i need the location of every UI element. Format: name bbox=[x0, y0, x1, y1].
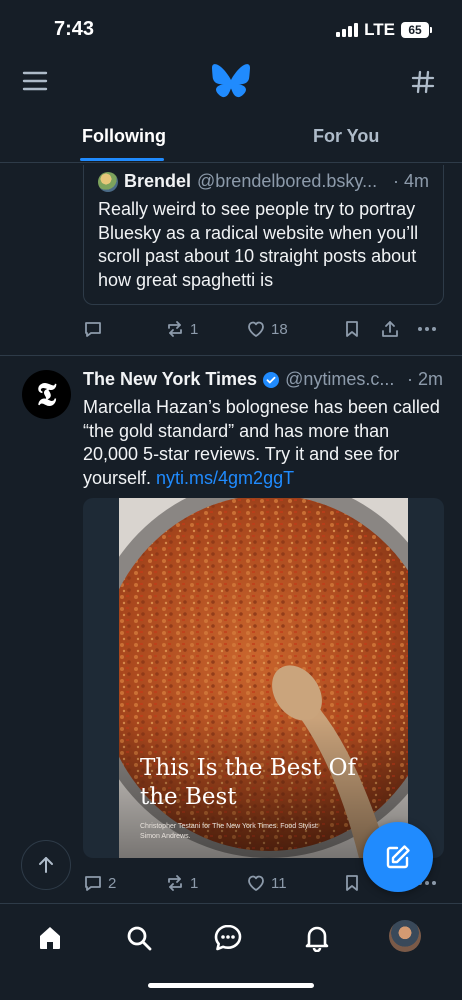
reply-icon bbox=[85, 322, 101, 337]
post-link[interactable]: nyti.ms/4gm2ggT bbox=[156, 468, 294, 488]
reply-icon bbox=[85, 876, 101, 891]
home-indicator bbox=[148, 983, 314, 988]
like-count: 11 bbox=[271, 874, 287, 892]
image-credit: Christopher Testani for The New York Tim… bbox=[140, 823, 319, 840]
share-icon bbox=[382, 321, 398, 337]
quoted-post-header: Brendel @brendelbored.bsky... bbox=[98, 171, 377, 192]
quoted-author-avatar[interactable] bbox=[98, 171, 118, 192]
repost-count: 1 bbox=[190, 320, 199, 338]
like-button[interactable]: 18 bbox=[246, 319, 288, 339]
image-headline: This Is the Best Of the Best bbox=[140, 755, 357, 810]
active-tab-indicator bbox=[80, 158, 164, 161]
more-options-button[interactable] bbox=[417, 319, 437, 339]
hamburger-menu-icon[interactable] bbox=[22, 70, 48, 97]
heart-icon bbox=[248, 875, 264, 891]
post-author-handle[interactable]: @nytimes.c... bbox=[285, 369, 394, 390]
status-indicators: LTE 65 bbox=[336, 20, 432, 40]
nyt-avatar[interactable]: 𝕿 bbox=[22, 370, 71, 419]
like-button[interactable]: 11 bbox=[246, 873, 287, 893]
heart-icon bbox=[248, 321, 264, 337]
battery-level: 65 bbox=[401, 22, 429, 38]
bookmark-button[interactable] bbox=[343, 319, 361, 339]
post-header: The New York Times @nytimes.c... bbox=[83, 369, 394, 390]
header-divider bbox=[0, 162, 462, 163]
reply-count: 2 bbox=[108, 874, 117, 892]
post-action-bar: 1 18 bbox=[83, 317, 445, 341]
repost-icon bbox=[168, 875, 182, 891]
quoted-post-time: · 4m bbox=[393, 171, 429, 191]
search-icon[interactable] bbox=[121, 920, 157, 956]
arrow-up-icon bbox=[39, 857, 53, 873]
profile-avatar[interactable] bbox=[389, 920, 421, 952]
bluesky-butterfly-icon[interactable] bbox=[212, 64, 250, 103]
tab-for-you[interactable]: For You bbox=[313, 126, 379, 147]
repost-icon bbox=[168, 321, 182, 337]
home-icon[interactable] bbox=[32, 920, 68, 956]
post-image-embed[interactable]: This Is the Best Of the Best Christopher… bbox=[83, 498, 444, 858]
like-count: 18 bbox=[271, 320, 288, 338]
quoted-post-text: Really weird to see people try to portra… bbox=[98, 199, 419, 290]
cell-signal-icon bbox=[336, 23, 359, 37]
repost-count: 1 bbox=[190, 874, 199, 892]
battery-icon: 65 bbox=[401, 22, 432, 38]
reply-button[interactable] bbox=[83, 319, 103, 339]
bolognese-image[interactable]: This Is the Best Of the Best Christopher… bbox=[119, 498, 408, 858]
notifications-bell-icon[interactable] bbox=[299, 920, 335, 956]
tab-following[interactable]: Following bbox=[82, 126, 166, 147]
post-divider bbox=[0, 355, 462, 356]
verified-badge-icon bbox=[263, 371, 280, 388]
scroll-to-top-button[interactable] bbox=[21, 840, 71, 890]
share-button[interactable] bbox=[380, 319, 400, 339]
chat-icon[interactable] bbox=[210, 920, 246, 956]
bookmark-button[interactable] bbox=[343, 873, 361, 893]
network-type: LTE bbox=[364, 20, 395, 39]
bookmark-icon bbox=[346, 875, 358, 891]
repost-button[interactable]: 1 bbox=[165, 873, 198, 893]
post-time: · 2m bbox=[407, 369, 443, 389]
quoted-author-name[interactable]: Brendel bbox=[124, 171, 191, 192]
reply-button[interactable]: 2 bbox=[83, 873, 116, 893]
compose-post-button[interactable] bbox=[363, 822, 433, 892]
ellipsis-icon bbox=[418, 327, 436, 331]
compose-icon bbox=[386, 845, 410, 869]
status-time: 7:43 bbox=[54, 18, 95, 40]
hashtag-icon[interactable] bbox=[411, 70, 435, 99]
post-text: Marcella Hazan’s bolognese has been call… bbox=[83, 396, 448, 490]
quoted-author-handle[interactable]: @brendelbored.bsky... bbox=[197, 171, 377, 192]
bookmark-icon bbox=[346, 321, 358, 337]
post-author-name[interactable]: The New York Times bbox=[83, 369, 257, 390]
repost-button[interactable]: 1 bbox=[165, 319, 198, 339]
